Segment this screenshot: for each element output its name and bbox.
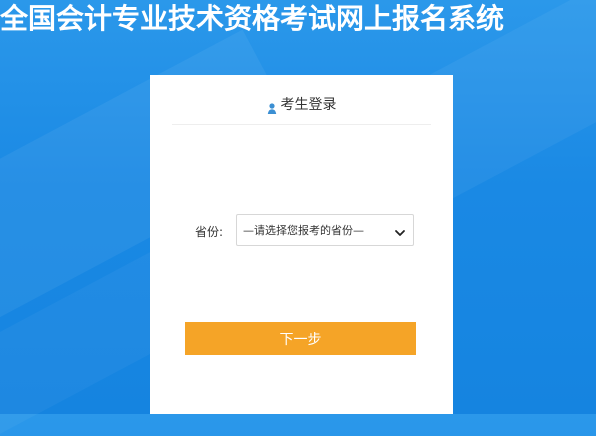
- login-header-content: 考生登录: [267, 92, 337, 116]
- site-title: 全国会计专业技术资格考试网上报名系统: [0, 2, 505, 35]
- province-select-value: —请选择您报考的省份—: [243, 224, 364, 237]
- province-select[interactable]: —请选择您报考的省份—: [236, 214, 414, 246]
- login-header: 考生登录: [172, 92, 431, 125]
- login-card: 考生登录 省份: —请选择您报考的省份— 下一步: [150, 75, 453, 414]
- province-label: 省份:: [195, 225, 224, 239]
- next-step-button[interactable]: 下一步: [185, 322, 416, 355]
- user-icon: [267, 99, 277, 114]
- chevron-down-icon: [394, 224, 406, 236]
- login-title: 考生登录: [280, 97, 337, 113]
